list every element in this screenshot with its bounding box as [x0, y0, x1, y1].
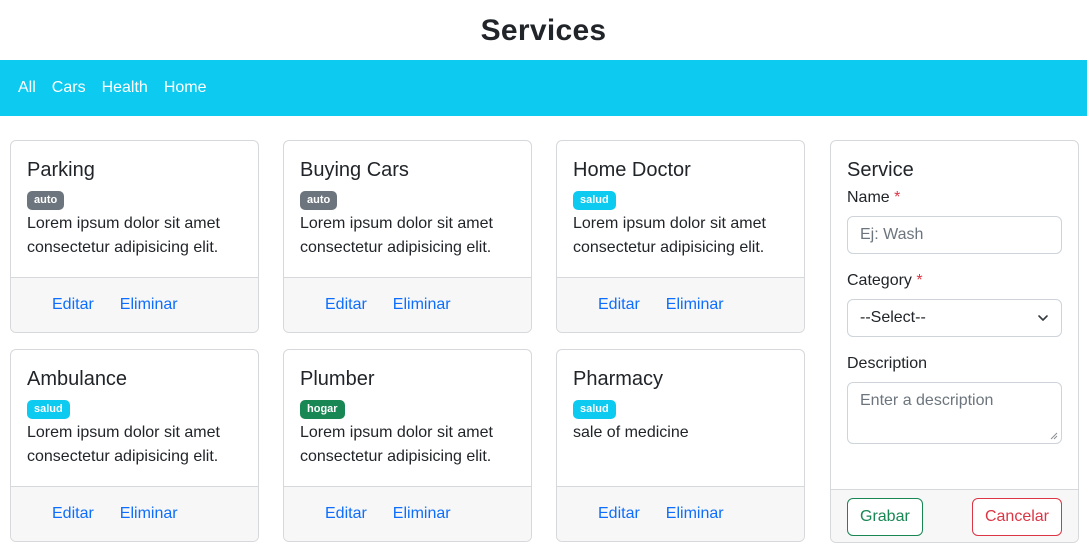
chevron-down-icon	[1038, 315, 1048, 321]
card-footer: Editar Eliminar	[284, 486, 531, 541]
card-footer: Editar Eliminar	[11, 486, 258, 541]
service-card: Plumber hogar Lorem ipsum dolor sit amet…	[283, 349, 532, 542]
name-input[interactable]: Ej: Wash	[847, 216, 1062, 254]
card-footer: Editar Eliminar	[557, 486, 804, 541]
card-footer: Editar Eliminar	[11, 277, 258, 332]
service-title: Ambulance	[27, 368, 128, 390]
category-label-text: Category	[847, 272, 912, 289]
edit-button[interactable]: Editar	[40, 505, 94, 523]
category-badge: auto	[300, 191, 338, 210]
nav-link-cars[interactable]: Cars	[52, 79, 86, 97]
service-title: Pharmacy	[573, 368, 664, 390]
required-mark: *	[916, 272, 923, 289]
resize-grip-icon[interactable]	[1050, 432, 1058, 440]
nav-link-home[interactable]: Home	[164, 79, 207, 97]
description-label: Description	[847, 355, 1062, 373]
edit-button[interactable]: Editar	[40, 296, 94, 314]
category-select[interactable]: --Select--	[847, 299, 1062, 337]
edit-button[interactable]: Editar	[586, 296, 640, 314]
delete-button[interactable]: Eliminar	[393, 505, 451, 523]
delete-button[interactable]: Eliminar	[666, 296, 724, 314]
delete-button[interactable]: Eliminar	[120, 296, 178, 314]
service-card: Ambulance salud Lorem ipsum dolor sit am…	[10, 349, 259, 542]
name-label-text: Name	[847, 189, 890, 206]
edit-button[interactable]: Editar	[586, 505, 640, 523]
delete-button[interactable]: Eliminar	[393, 296, 451, 314]
service-description: Lorem ipsum dolor sit amet consectetur a…	[573, 215, 766, 256]
description-placeholder: Enter a description	[860, 392, 994, 409]
delete-button[interactable]: Eliminar	[666, 505, 724, 523]
service-description: Lorem ipsum dolor sit amet consectetur a…	[300, 215, 493, 256]
service-description: Lorem ipsum dolor sit amet consectetur a…	[300, 424, 493, 465]
description-label-text: Description	[847, 355, 928, 372]
category-badge: auto	[27, 191, 65, 210]
category-label: Category *	[847, 272, 1062, 290]
cancel-button[interactable]: Cancelar	[971, 498, 1062, 536]
service-card: Parking auto Lorem ipsum dolor sit amet …	[10, 140, 259, 333]
name-label: Name *	[847, 189, 1062, 207]
service-title: Home Doctor	[573, 159, 691, 181]
service-description: sale of medicine	[573, 424, 689, 441]
category-badge: salud	[27, 400, 70, 419]
service-card: Buying Cars auto Lorem ipsum dolor sit a…	[283, 140, 532, 333]
category-navbar: All Cars Health Home	[0, 60, 1087, 116]
description-textarea[interactable]: Enter a description	[847, 382, 1062, 444]
page-title: Services	[480, 14, 607, 47]
form-footer: Grabar Cancelar	[831, 489, 1078, 542]
form-title: Service	[847, 159, 914, 181]
edit-button[interactable]: Editar	[313, 296, 367, 314]
category-badge: salud	[573, 400, 616, 419]
delete-button[interactable]: Eliminar	[120, 505, 178, 523]
service-title: Buying Cars	[300, 159, 409, 181]
edit-button[interactable]: Editar	[313, 505, 367, 523]
service-card: Pharmacy salud sale of medicine Editar E…	[556, 349, 805, 542]
nav-link-health[interactable]: Health	[102, 79, 148, 97]
card-footer: Editar Eliminar	[284, 277, 531, 332]
service-description: Lorem ipsum dolor sit amet consectetur a…	[27, 424, 220, 465]
category-selected: --Select--	[860, 309, 926, 326]
service-title: Parking	[27, 159, 95, 181]
required-mark: *	[894, 189, 901, 206]
card-footer: Editar Eliminar	[557, 277, 804, 332]
category-badge: hogar	[300, 400, 345, 419]
service-title: Plumber	[300, 368, 375, 390]
nav-link-all[interactable]: All	[18, 79, 36, 97]
service-description: Lorem ipsum dolor sit amet consectetur a…	[27, 215, 220, 256]
name-placeholder: Ej: Wash	[860, 226, 924, 243]
save-button[interactable]: Grabar	[847, 498, 923, 536]
category-badge: salud	[573, 191, 616, 210]
service-form: Service Name * Ej: Wash Category * --Sel…	[830, 140, 1079, 543]
service-card: Home Doctor salud Lorem ipsum dolor sit …	[556, 140, 805, 333]
